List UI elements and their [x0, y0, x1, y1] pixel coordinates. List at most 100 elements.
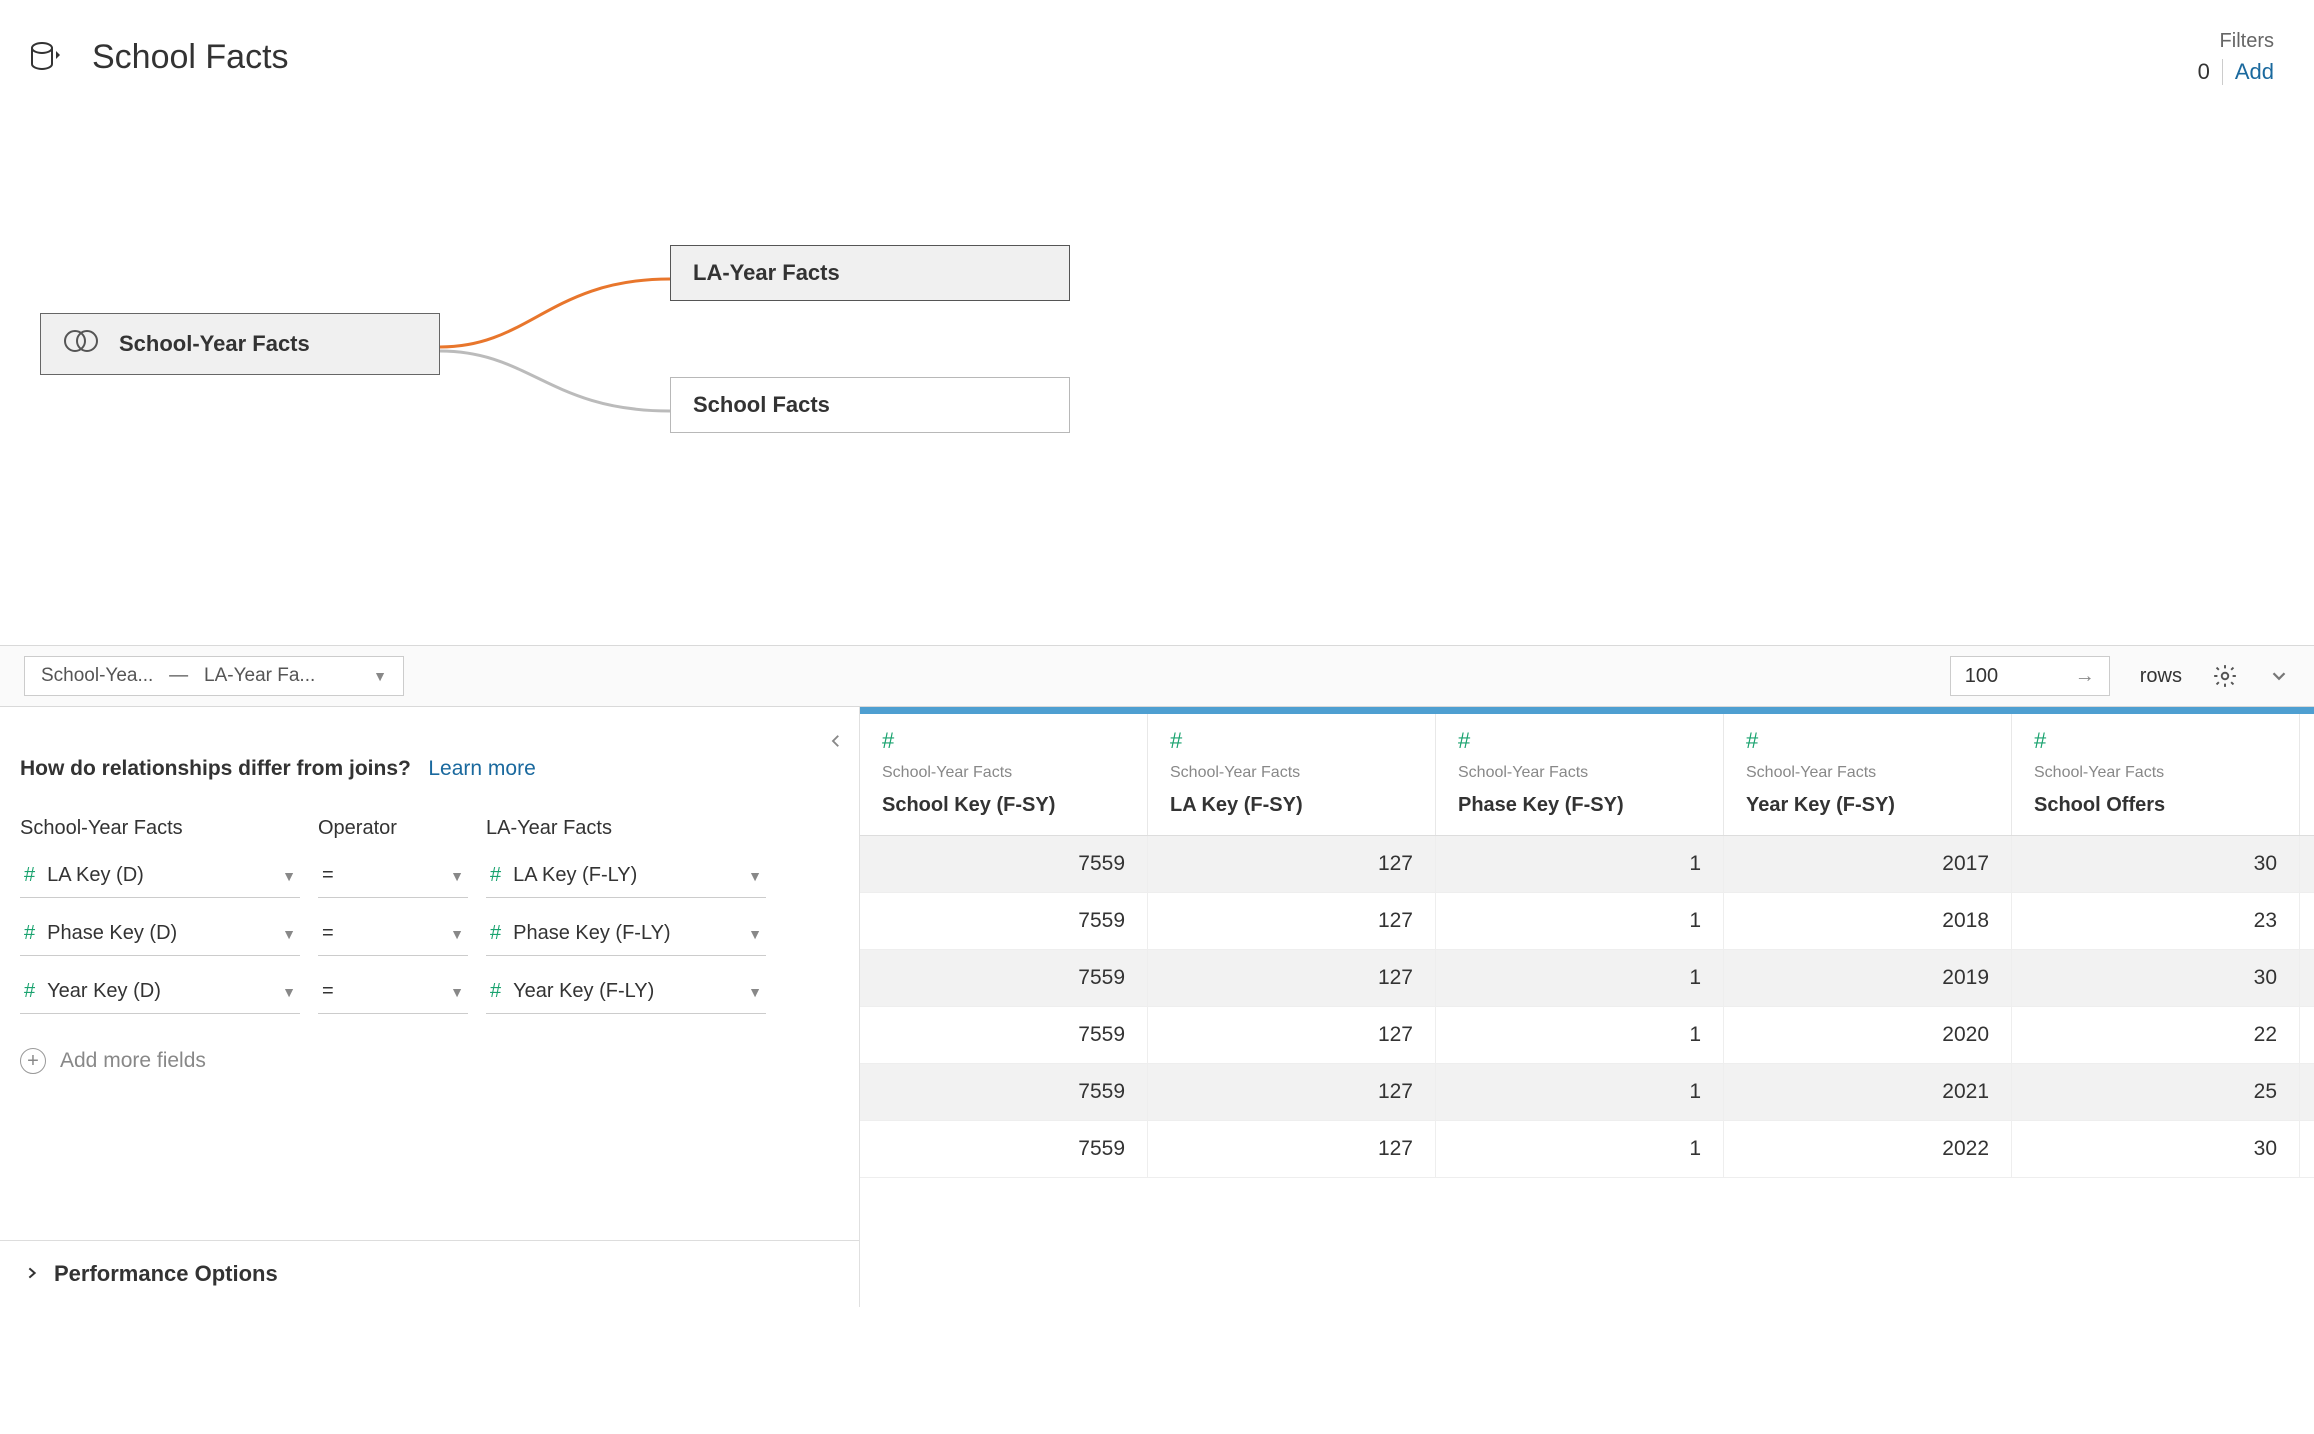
lower-split: How do relationships differ from joins? …: [0, 707, 2314, 1307]
help-text: How do relationships differ from joins? …: [20, 757, 829, 781]
column-header[interactable]: # School-Year Facts School Key (F-SY): [860, 714, 1148, 835]
table-cell: 7559: [860, 950, 1148, 1006]
right-field-selector[interactable]: #Phase Key (F-LY) ▼: [486, 912, 766, 956]
learn-more-link[interactable]: Learn more: [428, 757, 535, 780]
col-header-operator: Operator: [318, 817, 468, 854]
table-cell: 127: [1148, 1121, 1436, 1177]
table-cell: 2018: [1724, 893, 2012, 949]
left-field-selector[interactable]: #LA Key (D) ▼: [20, 854, 300, 898]
column-header[interactable]: # School-Year Facts LA Key (F-SY): [1148, 714, 1436, 835]
left-field-selector[interactable]: #Phase Key (D) ▼: [20, 912, 300, 956]
gear-icon[interactable]: [2212, 663, 2238, 689]
number-type-icon: #: [490, 864, 501, 887]
relationship-editor-panel: How do relationships differ from joins? …: [0, 707, 860, 1307]
table-row[interactable]: 75591271202230: [860, 1121, 2314, 1178]
number-type-icon: #: [490, 922, 501, 945]
table-cell: 7559: [860, 836, 1148, 892]
datasource-icon[interactable]: [30, 42, 62, 74]
number-type-icon: #: [24, 864, 35, 887]
table-node-label: School-Year Facts: [119, 331, 310, 357]
table-node-school-year-facts[interactable]: School-Year Facts: [40, 313, 440, 375]
number-type-icon: #: [2034, 728, 2277, 754]
datasource-title[interactable]: School Facts: [92, 38, 2198, 77]
chevron-down-icon: ▼: [450, 868, 464, 884]
number-type-icon: #: [1746, 728, 1989, 754]
table-row[interactable]: 75591271201930: [860, 950, 2314, 1007]
chevron-down-icon: ▼: [450, 984, 464, 1000]
performance-options-toggle[interactable]: Performance Options: [0, 1240, 859, 1307]
chevron-left-icon[interactable]: [827, 727, 845, 758]
number-type-icon: #: [882, 728, 1125, 754]
relationship-edges: [0, 105, 900, 505]
column-header[interactable]: # School-Year Facts School Offers: [2012, 714, 2300, 835]
preview-toolbar: School-Yea... — LA-Year Fa... ▼ 100 → ro…: [0, 645, 2314, 707]
right-field-selector[interactable]: #Year Key (F-LY) ▼: [486, 970, 766, 1014]
relationship-grid: School-Year Facts Operator LA-Year Facts…: [20, 817, 829, 1028]
table-cell: 1: [1436, 1064, 1724, 1120]
relationship-canvas[interactable]: School-Year Facts LA-Year Facts School F…: [0, 105, 2314, 645]
table-cell: 127: [1148, 836, 1436, 892]
chevron-down-icon: ▼: [282, 868, 296, 884]
add-more-fields-button[interactable]: + Add more fields: [20, 1048, 829, 1074]
table-node-label: LA-Year Facts: [693, 260, 840, 286]
table-row[interactable]: 75591271202022: [860, 1007, 2314, 1064]
chevron-down-icon: ▼: [748, 926, 762, 942]
table-cell: 1: [1436, 893, 1724, 949]
number-type-icon: #: [1170, 728, 1413, 754]
table-row[interactable]: 75591271202125: [860, 1064, 2314, 1121]
column-header[interactable]: # School-Year Facts Phase Key (F-SY): [1436, 714, 1724, 835]
col-header-right: LA-Year Facts: [486, 817, 766, 854]
table-cell: 127: [1148, 893, 1436, 949]
row-limit-value: 100: [1965, 665, 1998, 688]
table-node-la-year-facts[interactable]: LA-Year Facts: [670, 245, 1070, 301]
left-field-selector[interactable]: #Year Key (D) ▼: [20, 970, 300, 1014]
arrow-right-icon: →: [2075, 665, 2095, 688]
table-cell: 2019: [1724, 950, 2012, 1006]
table-node-school-facts[interactable]: School Facts: [670, 377, 1070, 433]
rel-left: School-Yea...: [41, 665, 153, 686]
operator-selector[interactable]: = ▼: [318, 970, 468, 1014]
filters-label: Filters: [2198, 30, 2274, 53]
table-cell: 127: [1148, 1064, 1436, 1120]
chevron-down-icon: ▼: [450, 926, 464, 942]
table-cell: 23: [2012, 893, 2300, 949]
add-filter-link[interactable]: Add: [2235, 59, 2274, 85]
table-cell: 127: [1148, 1007, 1436, 1063]
header-bar: School Facts Filters 0 Add: [0, 0, 2314, 105]
operator-selector[interactable]: = ▼: [318, 854, 468, 898]
chevron-down-icon: ▼: [282, 926, 296, 942]
table-cell: 30: [2012, 950, 2300, 1006]
chevron-down-icon[interactable]: [2268, 665, 2290, 687]
table-cell: 1: [1436, 1121, 1724, 1177]
table-cell: 7559: [860, 893, 1148, 949]
right-field-selector[interactable]: #LA Key (F-LY) ▼: [486, 854, 766, 898]
table-cell: 30: [2012, 1121, 2300, 1177]
table-row[interactable]: 75591271201730: [860, 836, 2314, 893]
table-node-label: School Facts: [693, 392, 830, 418]
table-cell: 1: [1436, 950, 1724, 1006]
table-cell: 2021: [1724, 1064, 2012, 1120]
chevron-right-icon: [24, 1261, 40, 1287]
column-header[interactable]: # School-Year Facts Year Key (F-SY): [1724, 714, 2012, 835]
table-cell: 2022: [1724, 1121, 2012, 1177]
chevron-down-icon: ▼: [282, 984, 296, 1000]
operator-selector[interactable]: = ▼: [318, 912, 468, 956]
chevron-down-icon: ▼: [748, 868, 762, 884]
col-header-left: School-Year Facts: [20, 817, 300, 854]
plus-circle-icon: +: [20, 1048, 46, 1074]
number-type-icon: #: [1458, 728, 1701, 754]
table-cell: 2020: [1724, 1007, 2012, 1063]
grid-body: 7559127120173075591271201823755912712019…: [860, 836, 2314, 1178]
table-cell: 2017: [1724, 836, 2012, 892]
rel-right: LA-Year Fa...: [204, 665, 315, 686]
table-cell: 25: [2012, 1064, 2300, 1120]
data-preview-grid: # School-Year Facts School Key (F-SY) # …: [860, 707, 2314, 1307]
relationship-selector[interactable]: School-Yea... — LA-Year Fa... ▼: [24, 656, 404, 696]
table-cell: 127: [1148, 950, 1436, 1006]
grid-selection-stripe: [860, 707, 2314, 714]
table-row[interactable]: 75591271201823: [860, 893, 2314, 950]
row-limit-input[interactable]: 100 →: [1950, 656, 2110, 696]
number-type-icon: #: [24, 922, 35, 945]
table-cell: 1: [1436, 1007, 1724, 1063]
table-cell: 30: [2012, 836, 2300, 892]
